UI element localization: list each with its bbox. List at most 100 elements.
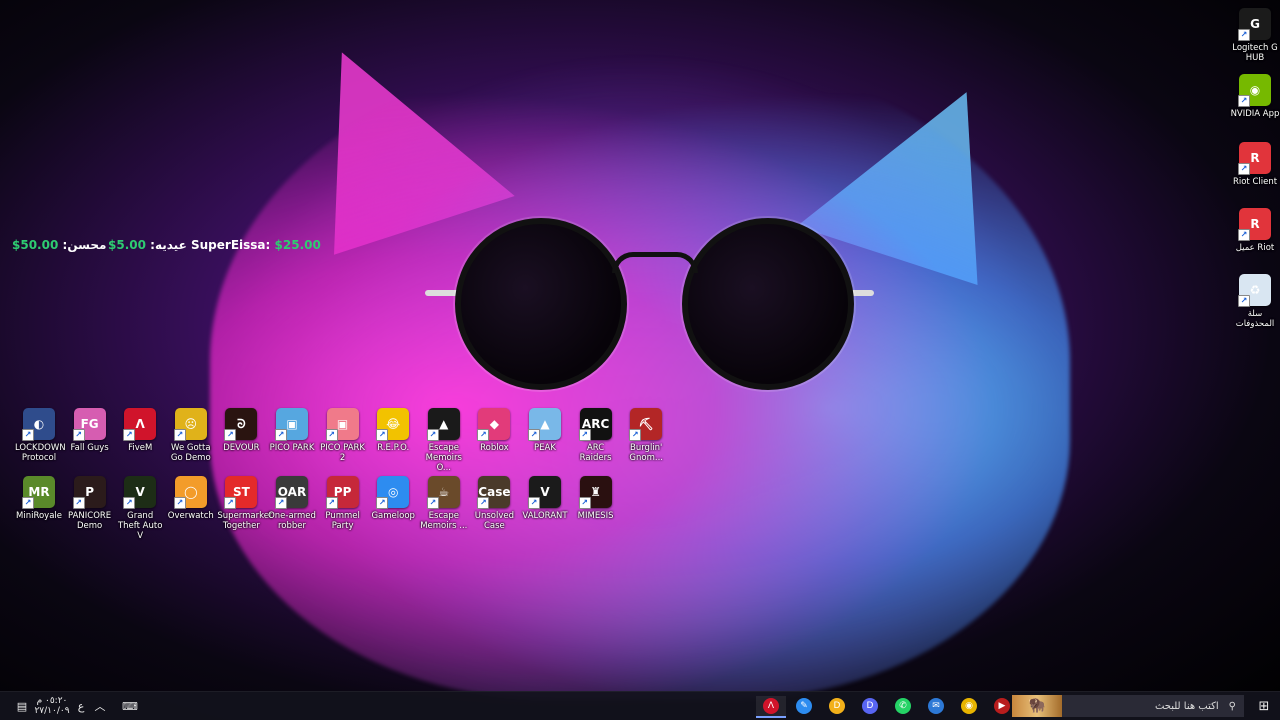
desktop-shortcut[interactable]: V ↗ VALORANT (521, 476, 569, 521)
lockdown-protocol-icon: ◐ ↗ (22, 408, 55, 441)
desktop-shortcut[interactable]: ☹ ↗ We Gotta Go Demo (167, 408, 215, 463)
taskbar-app-button[interactable]: ◉ (958, 696, 980, 716)
desktop-shortcut-label: Overwatch (167, 511, 214, 521)
desktop-shortcut-label: Riot Client (1232, 177, 1278, 187)
clock-time: ٠٥:٢٠ م (36, 696, 68, 706)
fivem-icon: Λ ↗ (123, 408, 157, 441)
desktop-shortcut-label: ARC Raiders (579, 443, 612, 463)
desktop-shortcut[interactable]: ◉ ↗ NVIDIA App (1230, 74, 1280, 119)
desktop-shortcut[interactable]: OAR ↗ One-armed robber (268, 476, 316, 531)
shortcut-arrow-icon: ↗ (578, 429, 591, 441)
desktop-shortcut[interactable]: FG ↗ Fall Guys (66, 408, 114, 453)
mimesis-icon: ♜ ↗ (578, 476, 612, 509)
desktop-shortcut[interactable]: V ↗ Grand Theft Auto V (116, 476, 164, 541)
desktop-shortcut-label: Roblox (480, 443, 509, 453)
taskbar-app-button[interactable]: ✎ (793, 696, 815, 716)
balance-amount: $25.00 (274, 238, 321, 252)
shortcut-arrow-icon: ↗ (224, 429, 237, 441)
desktop-shortcut[interactable]: ◎ ↗ Gameloop (369, 476, 417, 521)
desktop-shortcut-label: DEVOUR (223, 443, 260, 453)
we-gotta-go-icon: ☹ ↗ (173, 408, 207, 441)
desktop-shortcut-label: FiveM (128, 443, 153, 453)
taskbar-app-button[interactable]: ✉ (925, 696, 947, 716)
shortcut-arrow-icon: ↗ (1238, 95, 1250, 107)
desktop-shortcut[interactable]: G ↗ Logitech G HUB (1230, 8, 1280, 63)
taskbar-app-button[interactable]: D (859, 696, 881, 716)
search-highlight-image: 🦬 (1012, 695, 1062, 717)
desktop-shortcut[interactable]: Case ↗ Unsolved Case (470, 476, 518, 531)
desktop-shortcut[interactable]: R ↗ عميل Riot (1230, 208, 1280, 253)
desktop-shortcut-label: PICO PARK 2 (320, 443, 366, 463)
search-box[interactable]: 🦬 اكتب هنا للبحث ⚲ (1012, 695, 1244, 717)
shortcut-arrow-icon: ↗ (528, 429, 540, 441)
desktop-shortcut[interactable]: MR ↗ MiniRoyale (15, 476, 63, 521)
desktop-shortcut-label: Logitech G HUB (1232, 43, 1278, 63)
wallpaper-glasses-arm (838, 290, 874, 296)
desktop-shortcut-label: Gameloop (371, 511, 415, 521)
desktop-shortcut-label: We Gotta Go Demo (170, 443, 211, 463)
shortcut-arrow-icon: ↗ (477, 497, 490, 509)
show-hidden-icons-button[interactable]: ︿ (92, 696, 108, 716)
chrome-icon: ◉ (961, 698, 977, 714)
desktop-shortcut[interactable]: ♻ ↗ سلة المحذوفات (1230, 274, 1280, 329)
wallpaper-glasses-lens (455, 218, 627, 390)
shortcut-arrow-icon: ↗ (173, 497, 186, 509)
desktop-shortcut[interactable]: ♜ ↗ MIMESIS (572, 476, 620, 521)
desktop-shortcut-label: LOCKDOWN Protocol (15, 443, 66, 463)
desktop-shortcut[interactable]: PP ↗ Pummel Party (319, 476, 367, 531)
desktop-shortcut[interactable]: ⛏ ↗ Burglin' Gnom... (622, 408, 670, 463)
discord-icon: D (862, 698, 878, 714)
input-language-indicator[interactable]: ع (74, 696, 88, 716)
shortcut-arrow-icon: ↗ (224, 497, 237, 509)
notifications-button[interactable]: ▤ (12, 696, 32, 716)
desktop-shortcut[interactable]: ◆ ↗ Roblox (470, 408, 518, 453)
roblox-icon: ◆ ↗ (477, 408, 511, 441)
desktop-shortcut[interactable]: R ↗ Riot Client (1230, 142, 1280, 187)
wallpaper-glasses-bridge (612, 252, 698, 273)
desktop-shortcut[interactable]: ▣ ↗ PICO PARK 2 (319, 408, 367, 463)
desktop-shortcut[interactable]: ◐ ↗ LOCKDOWN Protocol (15, 408, 66, 463)
keyboard-button[interactable]: ⌨ (118, 696, 142, 716)
desktop-shortcut[interactable]: 😂 ↗ R.E.P.O. (369, 408, 417, 453)
desktop-shortcut[interactable]: ᘐ ↗ DEVOUR (217, 408, 265, 453)
desktop-wallpaper (0, 0, 1280, 720)
desktop-shortcut[interactable]: Λ ↗ FiveM (116, 408, 164, 453)
shortcut-arrow-icon: ↗ (1238, 163, 1250, 175)
windows-logo-icon: ⊞ (1258, 698, 1270, 714)
whatsapp-icon: ✆ (895, 698, 911, 714)
desktop-shortcut[interactable]: ▲ ↗ Escape Memoirs O... (420, 408, 468, 473)
desktop-shortcut[interactable]: ◯ ↗ Overwatch (167, 476, 215, 521)
desktop-shortcut[interactable]: ☕ ↗ Escape Memoirs ... (420, 476, 468, 531)
desktop-shortcut[interactable]: ARC ↗ ARC Raiders (572, 408, 620, 463)
burglin-gnomes-icon: ⛏ ↗ (629, 408, 663, 441)
desktop-shortcut-label: One-armed robber (268, 511, 316, 531)
taskbar-app-button[interactable]: D (826, 696, 848, 716)
desktop-shortcut-label: Escape Memoirs ... (420, 511, 468, 531)
overwatch-icon: ◯ ↗ (173, 476, 207, 509)
desktop-shortcut[interactable]: ▣ ↗ PICO PARK (268, 408, 316, 453)
clock[interactable]: ٠٥:٢٠ م ٢٧/١٠/٠٩ (34, 696, 70, 716)
desktop-shortcut-label: Escape Memoirs O... (425, 443, 462, 473)
shortcut-arrow-icon: ↗ (629, 429, 642, 441)
desktop-shortcut-label: Unsolved Case (474, 511, 515, 531)
desktop-shortcut[interactable]: ST ↗ Supermarket Together (217, 476, 272, 531)
desktop-shortcut-label: PANICORE Demo (68, 511, 112, 531)
repo-icon: 😂 ↗ (376, 408, 410, 441)
shortcut-arrow-icon: ↗ (477, 429, 490, 441)
logitech-g-icon: G ↗ (1238, 8, 1271, 41)
shortcut-arrow-icon: ↗ (72, 497, 85, 509)
language-label: ع (77, 699, 85, 713)
recycle-bin-icon: ♻ ↗ (1238, 274, 1271, 307)
taskbar-app-button[interactable]: Λ (760, 696, 782, 716)
donation-balances-widget: محسن: 50.00$ عيديه: 5.00$ SuperEissa: $2… (0, 238, 321, 254)
desktop-shortcut[interactable]: ▲ ↗ PEAK (521, 408, 569, 453)
taskbar-app-button[interactable]: ▶ (991, 696, 1013, 716)
balance-name: عيديه: (150, 238, 187, 252)
shortcut-arrow-icon: ↗ (325, 497, 338, 509)
riot-icon: R ↗ (1238, 208, 1271, 241)
wallpaper-cat (210, 50, 1070, 700)
desktop-shortcut[interactable]: P ↗ PANICORE Demo (66, 476, 114, 531)
taskbar-app-button[interactable]: ✆ (892, 696, 914, 716)
shortcut-arrow-icon: ↗ (376, 497, 389, 509)
start-button[interactable]: ⊞ (1254, 696, 1274, 716)
